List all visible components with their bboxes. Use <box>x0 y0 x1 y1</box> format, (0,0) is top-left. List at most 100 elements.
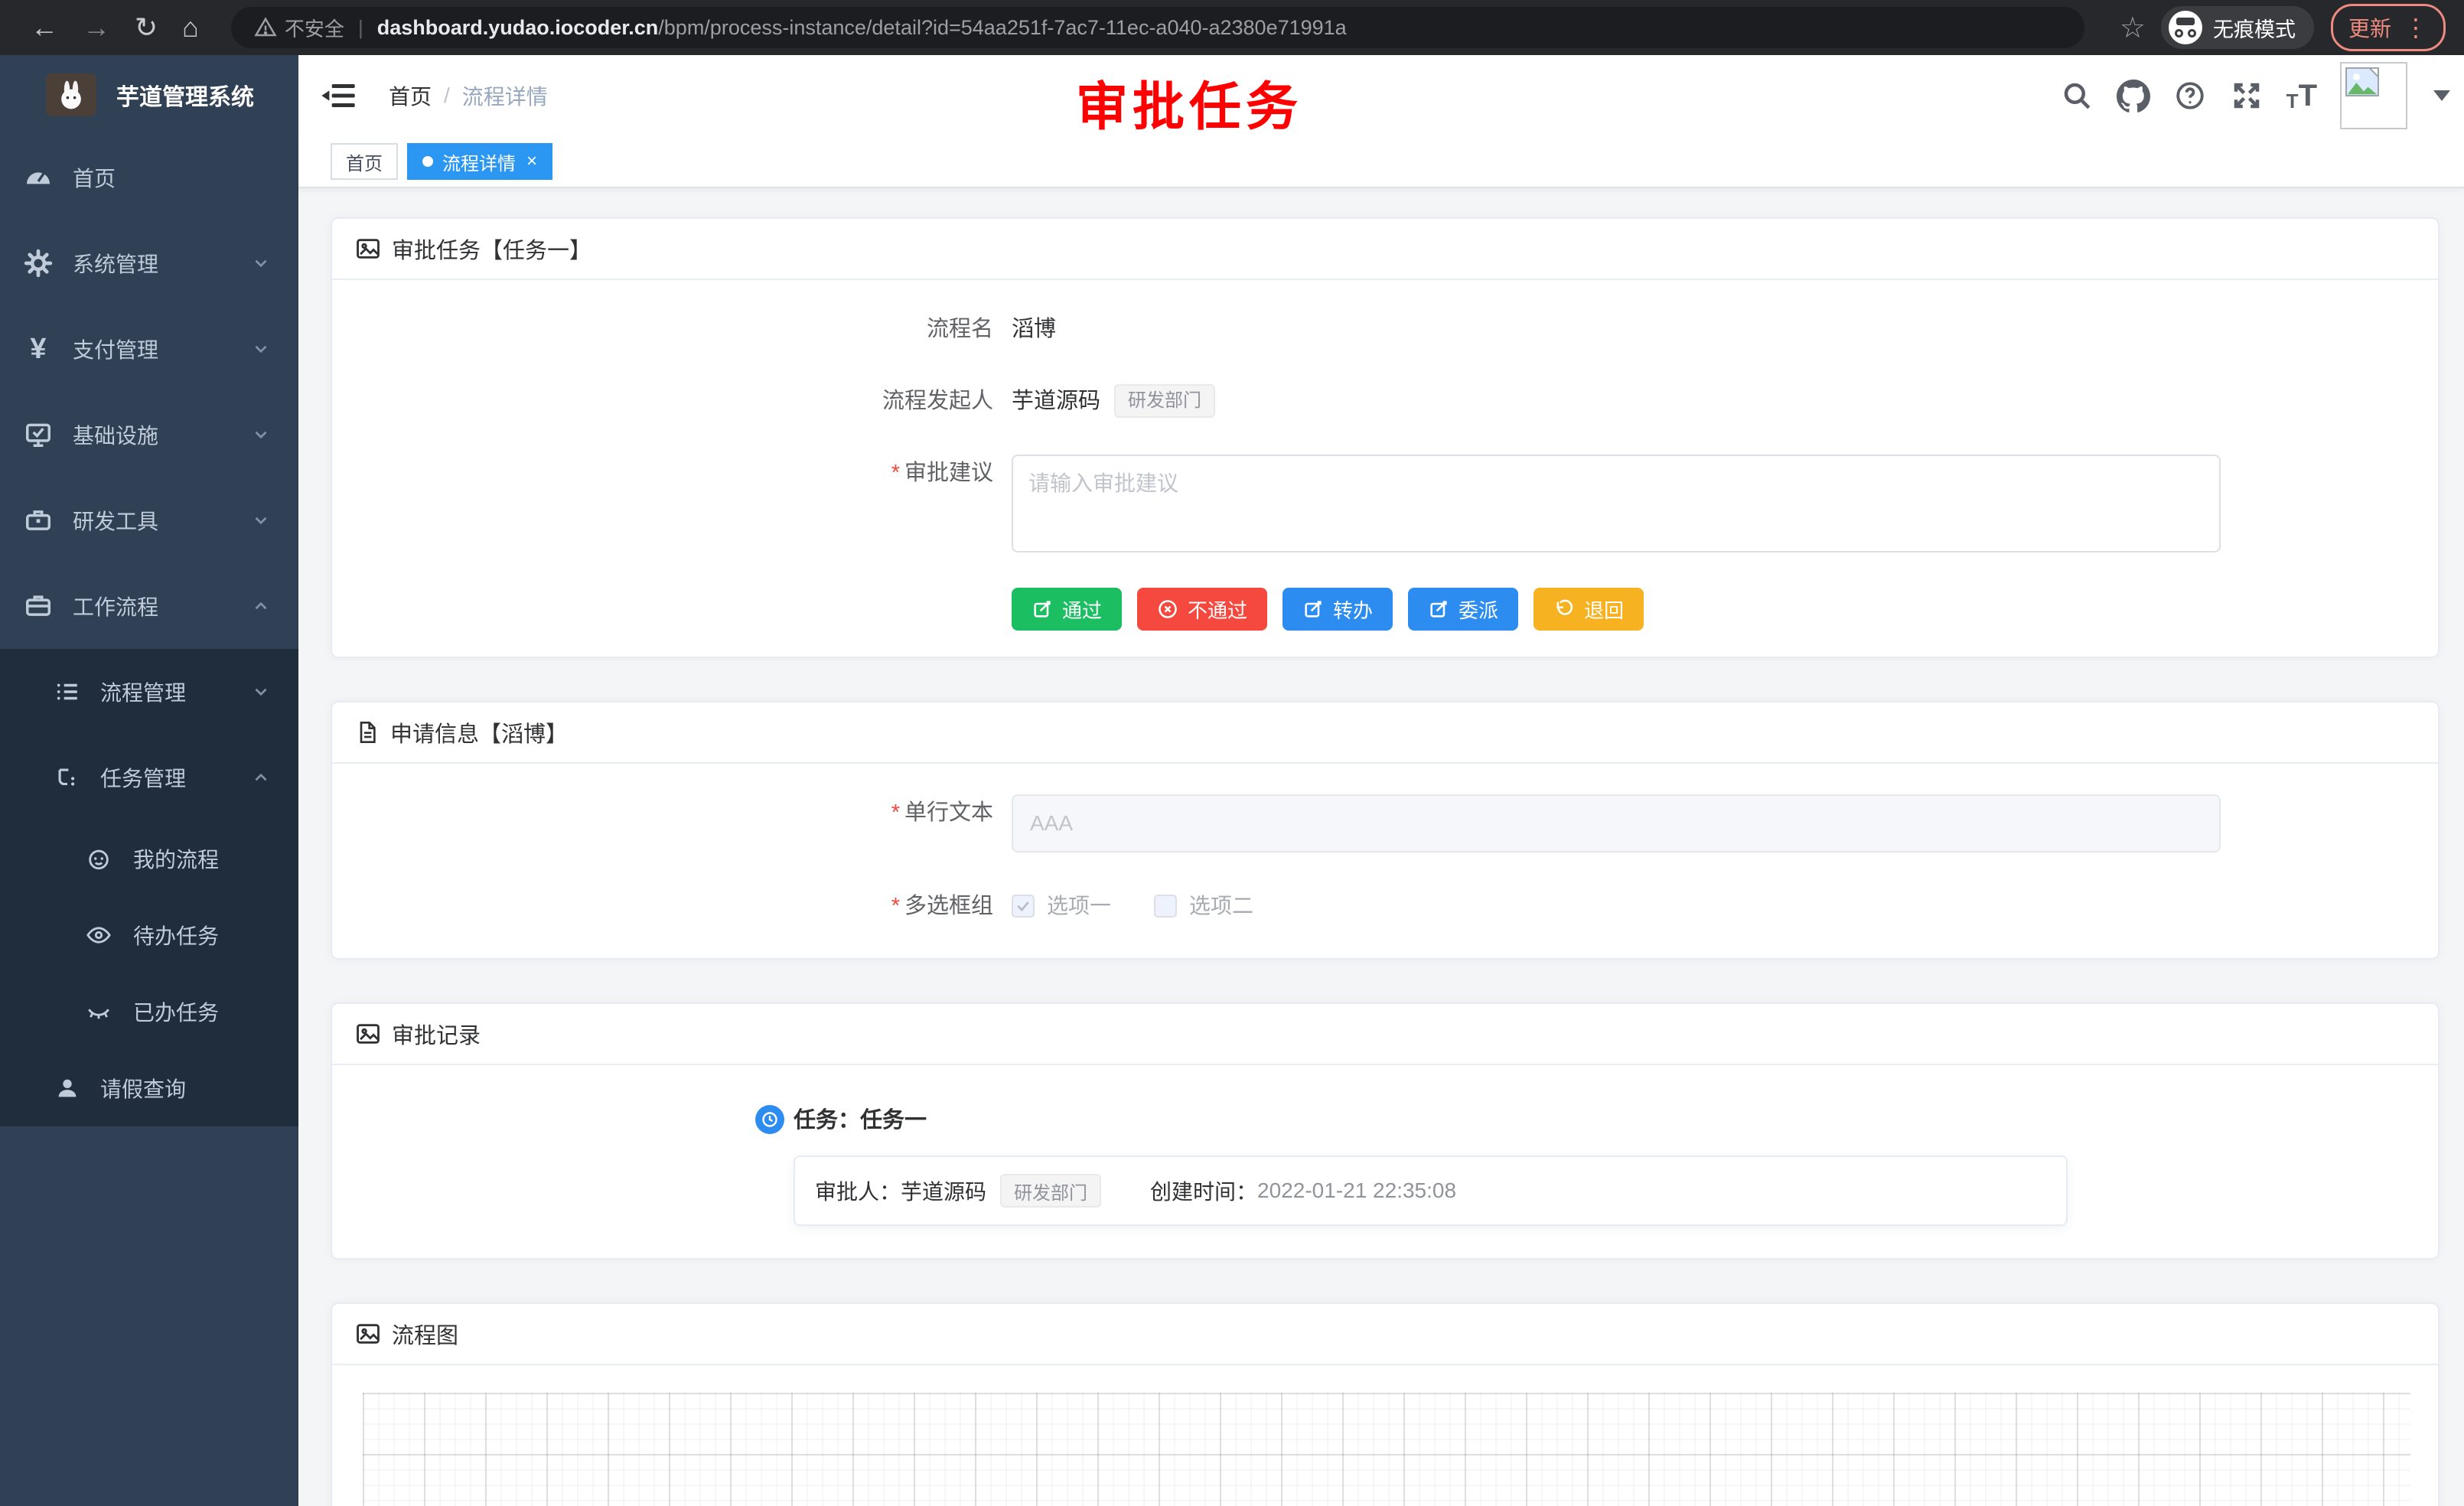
sidebar-item-task-mgmt[interactable]: 任务管理 <box>0 735 298 820</box>
sidebar-item-label: 已办任务 <box>133 996 219 1027</box>
apply-info-panel-header: 申请信息【滔博】 <box>332 702 2438 764</box>
collapse-sidebar-icon[interactable] <box>321 80 355 111</box>
robot-face-icon <box>86 846 112 872</box>
circle-close-icon <box>1157 598 1178 620</box>
app-logo-rabbit <box>46 73 96 116</box>
sidebar-item-done-tasks[interactable]: 已办任务 <box>0 973 298 1050</box>
security-label[interactable]: 不安全 <box>285 14 344 42</box>
edit-icon <box>1302 598 1324 620</box>
created-label: 创建时间： <box>1150 1175 1257 1206</box>
approval-records-panel-header: 审批记录 <box>332 1004 2438 1065</box>
suggestion-row: *审批建议 <box>332 455 2438 553</box>
monitor-check-icon <box>23 419 54 450</box>
required-asterisk: * <box>891 894 900 918</box>
sidebar-item-payment[interactable]: ¥ 支付管理 <box>0 306 298 392</box>
help-icon[interactable] <box>2173 79 2207 112</box>
forward-icon[interactable]: → <box>83 14 110 41</box>
timeline-task-title: 任务：任务一 <box>794 1102 927 1134</box>
checkbox-group-label: *多选框组 <box>332 888 1012 924</box>
sidebar-item-my-process[interactable]: 我的流程 <box>0 820 298 897</box>
approve-pass-button[interactable]: 通过 <box>1012 588 1122 631</box>
chrome-update-button[interactable]: 更新 ⋮ <box>2331 4 2446 51</box>
font-size-icon[interactable]: TT <box>2286 79 2317 113</box>
sidebar-item-home[interactable]: 首页 <box>0 135 298 220</box>
app-logo-row[interactable]: 芋道管理系统 <box>0 55 298 135</box>
sidebar-item-label: 待办任务 <box>133 920 219 950</box>
sidebar-item-leave-query[interactable]: 请假查询 <box>0 1050 298 1126</box>
suggestion-textarea[interactable] <box>1012 455 2221 553</box>
required-asterisk: * <box>891 461 900 485</box>
address-bar[interactable]: 不安全 | dashboard.yudao.iocoder.cn/bpm/pro… <box>231 7 2084 48</box>
delegate-button[interactable]: 委派 <box>1408 588 1518 631</box>
process-name-row: 流程名 滔博 <box>332 311 2438 347</box>
single-text-label: *单行文本 <box>332 794 1012 831</box>
tag-process-detail[interactable]: 流程详情 × <box>407 143 552 180</box>
url-domain: dashboard.yudao.iocoder.cn <box>377 16 659 40</box>
active-dot <box>422 156 433 167</box>
initiator-label: 流程发起人 <box>332 383 1012 419</box>
github-icon[interactable] <box>2117 79 2150 112</box>
department-tag: 研发部门 <box>1114 384 1215 418</box>
url-path: /bpm/process-instance/detail?id=54aa251f… <box>658 16 1346 40</box>
checkbox-option-1: 选项一 <box>1012 888 1111 924</box>
chevron-down-icon <box>251 425 271 445</box>
breadcrumb-home[interactable]: 首页 <box>389 80 432 111</box>
fullscreen-icon[interactable] <box>2230 79 2264 112</box>
user-icon <box>54 1075 80 1101</box>
eye-closed-icon <box>86 999 112 1025</box>
apply-info-panel: 申请信息【滔博】 *单行文本 *多选框组 <box>331 701 2440 960</box>
sidebar-item-system[interactable]: 系统管理 <box>0 220 298 306</box>
sidebar-item-workflow[interactable]: 工作流程 <box>0 563 298 649</box>
incognito-icon <box>2169 11 2202 44</box>
screen: ← → ↻ ⌂ 不安全 | dashboard.yudao.iocoder.cn… <box>0 0 2464 1506</box>
tags-view-bar: 首页 流程详情 × <box>298 136 2464 188</box>
created-value: 2022-01-21 22:35:08 <box>1257 1178 1456 1203</box>
sidebar-item-process-mgmt[interactable]: 流程管理 <box>0 649 298 735</box>
bpmn-canvas-grid[interactable] <box>363 1393 2410 1506</box>
browser-toolbar: ← → ↻ ⌂ 不安全 | dashboard.yudao.iocoder.cn… <box>0 0 2464 55</box>
tag-home[interactable]: 首页 <box>331 143 398 180</box>
sidebar-item-todo-tasks[interactable]: 待办任务 <box>0 897 298 973</box>
home-icon[interactable]: ⌂ <box>182 14 199 41</box>
sidebar-item-infrastructure[interactable]: 基础设施 <box>0 392 298 478</box>
bookmark-star-icon[interactable]: ☆ <box>2120 11 2146 45</box>
chevron-up-icon <box>251 768 271 787</box>
sidebar-item-label: 我的流程 <box>133 843 219 874</box>
avatar[interactable] <box>2340 62 2407 129</box>
reload-icon[interactable]: ↻ <box>135 14 158 41</box>
close-tag-icon[interactable]: × <box>526 151 537 172</box>
search-icon[interactable] <box>2060 79 2094 112</box>
approve-reject-button[interactable]: 不通过 <box>1137 588 1267 631</box>
assignee-value: 芋道源码 <box>901 1175 986 1206</box>
approve-task-panel-header: 审批任务【任务一】 <box>332 219 2438 280</box>
edit-icon <box>1428 598 1449 620</box>
toolbox-icon <box>23 505 54 536</box>
initiator-value: 芋道源码 研发部门 <box>1012 383 1215 419</box>
approve-task-panel: 审批任务【任务一】 流程名 滔博 流程发起人 芋道源码 研发部门 <box>331 217 2440 658</box>
sidebar: 芋道管理系统 首页 系统管理 ¥ 支付管理 <box>0 55 298 1506</box>
transfer-button[interactable]: 转办 <box>1283 588 1393 631</box>
document-icon <box>355 720 380 745</box>
edit-icon <box>1032 598 1053 620</box>
dashboard-icon <box>23 162 54 193</box>
suggestion-label: *审批建议 <box>332 455 1012 491</box>
process-name-value: 滔博 <box>1012 311 1056 347</box>
app-title: 芋道管理系统 <box>116 78 254 112</box>
incognito-badge: 无痕模式 <box>2161 6 2314 49</box>
breadcrumb-separator: / <box>444 83 450 108</box>
incognito-label: 无痕模式 <box>2213 13 2296 43</box>
picture-icon <box>355 236 381 262</box>
back-icon[interactable]: ← <box>31 14 58 41</box>
avatar-caret-icon[interactable] <box>2433 90 2450 101</box>
return-button[interactable]: 退回 <box>1533 588 1644 631</box>
kebab-menu-icon[interactable]: ⋮ <box>2404 15 2428 40</box>
eye-open-icon <box>86 922 112 948</box>
sidebar-item-label: 基础设施 <box>73 419 158 450</box>
chevron-down-icon <box>251 339 271 359</box>
picture-icon <box>355 1321 381 1347</box>
sidebar-item-label: 流程管理 <box>100 676 186 707</box>
initiator-row: 流程发起人 芋道源码 研发部门 <box>332 383 2438 419</box>
sidebar-item-label: 研发工具 <box>73 505 158 536</box>
chevron-down-icon <box>251 510 271 530</box>
sidebar-item-dev-tools[interactable]: 研发工具 <box>0 478 298 563</box>
